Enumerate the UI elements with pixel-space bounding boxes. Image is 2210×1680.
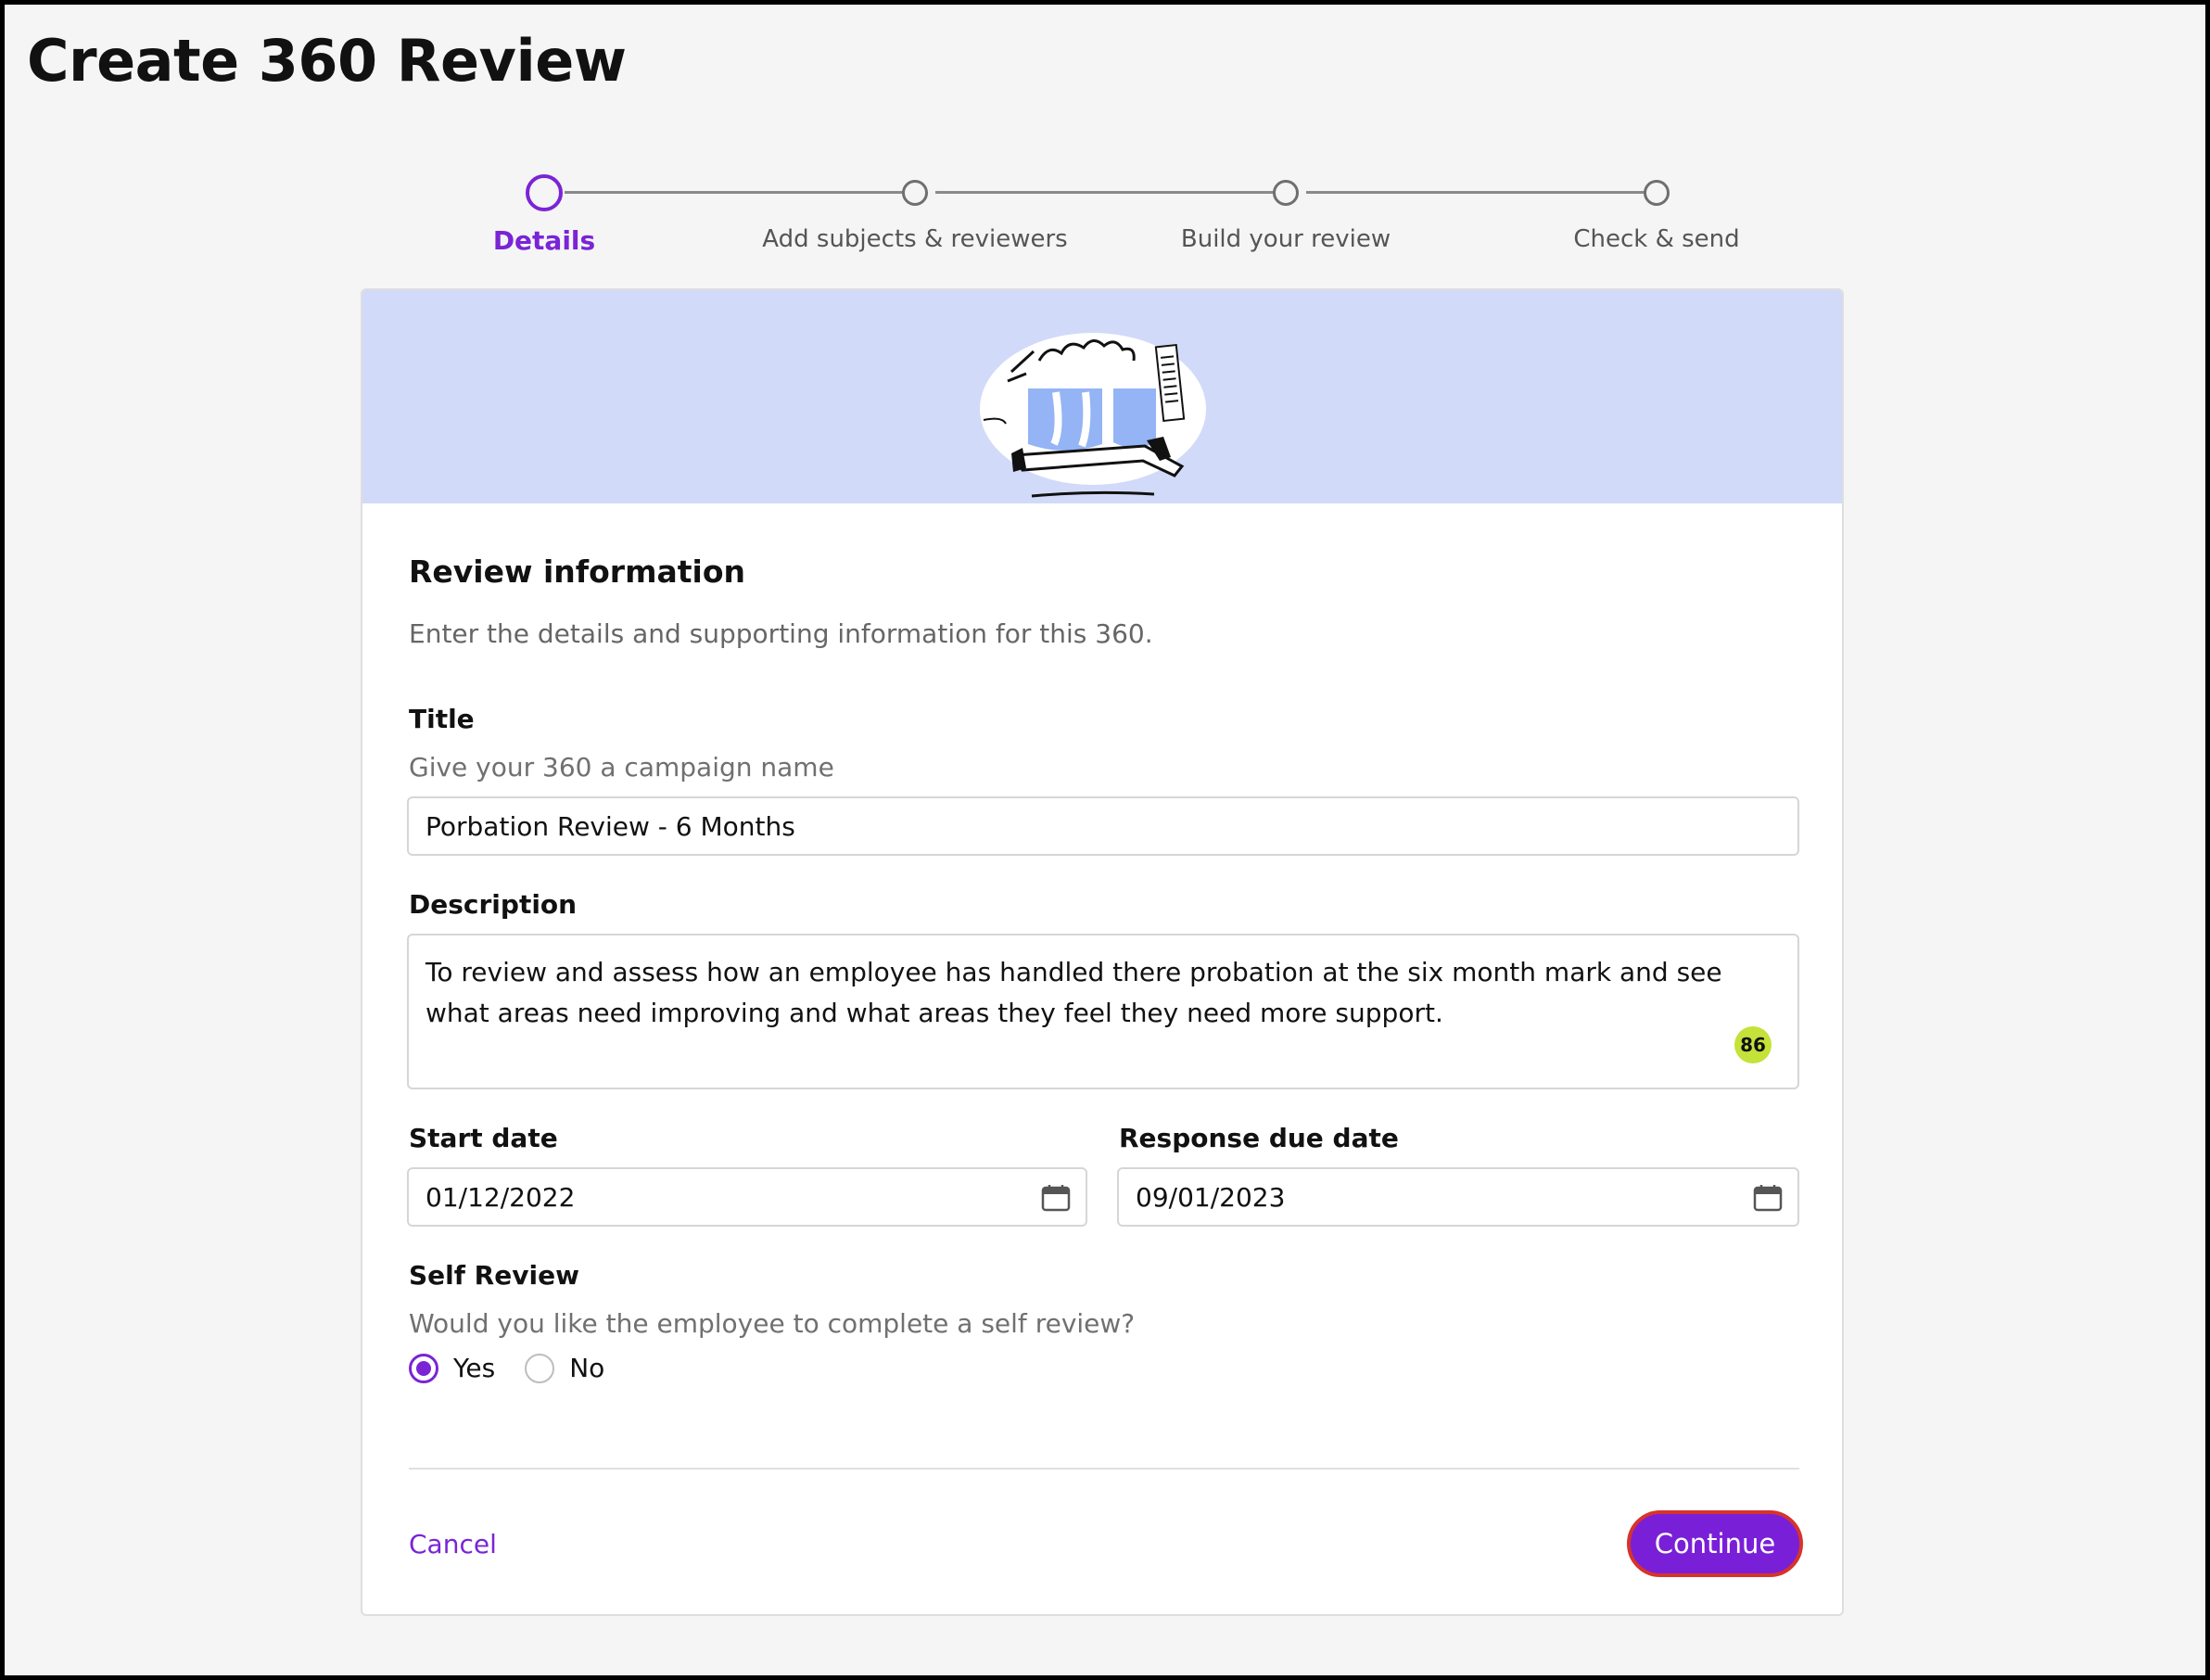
radio-option-yes[interactable]: Yes	[409, 1353, 495, 1383]
start-date-label: Start date	[409, 1123, 558, 1153]
continue-button[interactable]: Continue	[1627, 1510, 1803, 1577]
description-textarea[interactable]: To review and assess how an employee has…	[407, 934, 1799, 1089]
title-label: Title	[409, 704, 475, 734]
title-hint: Give your 360 a campaign name	[409, 752, 834, 783]
cancel-link[interactable]: Cancel	[409, 1529, 497, 1559]
step-label-details[interactable]: Details	[493, 225, 595, 256]
title-input[interactable]: Porbation Review - 6 Months	[407, 796, 1799, 856]
step-connector	[565, 191, 917, 194]
person-reading-illustration	[980, 333, 1206, 498]
step-connector	[1306, 191, 1658, 194]
section-title: Review information	[409, 554, 745, 590]
description-label: Description	[409, 889, 578, 920]
footer-divider	[409, 1468, 1799, 1470]
radio-label-no: No	[569, 1353, 605, 1383]
radio-button-yes[interactable]	[409, 1353, 438, 1383]
step-indicator-subjects[interactable]	[902, 180, 928, 206]
step-label-build[interactable]: Build your review	[1181, 225, 1391, 253]
start-date-value: 01/12/2022	[425, 1181, 576, 1213]
section-subtitle: Enter the details and supporting informa…	[409, 618, 1153, 649]
radio-label-yes: Yes	[453, 1353, 496, 1383]
review-form-card: Review information Enter the details and…	[361, 288, 1844, 1616]
step-indicator-check[interactable]	[1644, 180, 1670, 206]
due-date-label: Response due date	[1119, 1123, 1399, 1153]
step-indicator-build[interactable]	[1273, 180, 1299, 206]
step-label-subjects[interactable]: Add subjects & reviewers	[762, 225, 1067, 253]
step-label-check[interactable]: Check & send	[1573, 225, 1739, 253]
self-review-radio-group: Yes No	[409, 1353, 634, 1383]
radio-button-no[interactable]	[525, 1353, 555, 1383]
radio-option-no[interactable]: No	[525, 1353, 604, 1383]
start-date-input[interactable]: 01/12/2022	[407, 1167, 1087, 1227]
due-date-value: 09/01/2023	[1136, 1181, 1286, 1213]
description-value: To review and assess how an employee has…	[425, 957, 1722, 1028]
header-banner	[362, 290, 1842, 503]
character-counter-badge: 86	[1734, 1026, 1772, 1063]
step-connector	[935, 191, 1288, 194]
calendar-icon[interactable]	[1753, 1184, 1783, 1212]
progress-stepper: Details Add subjects & reviewers Build y…	[5, 5, 2205, 274]
due-date-input[interactable]: 09/01/2023	[1117, 1167, 1799, 1227]
self-review-label: Self Review	[409, 1260, 579, 1291]
calendar-icon[interactable]	[1041, 1184, 1071, 1212]
app-window: Create 360 Review Details Add subjects &…	[5, 5, 2205, 1675]
step-indicator-details[interactable]	[526, 174, 563, 211]
self-review-hint: Would you like the employee to complete …	[409, 1308, 1136, 1339]
title-input-value: Porbation Review - 6 Months	[425, 810, 795, 842]
